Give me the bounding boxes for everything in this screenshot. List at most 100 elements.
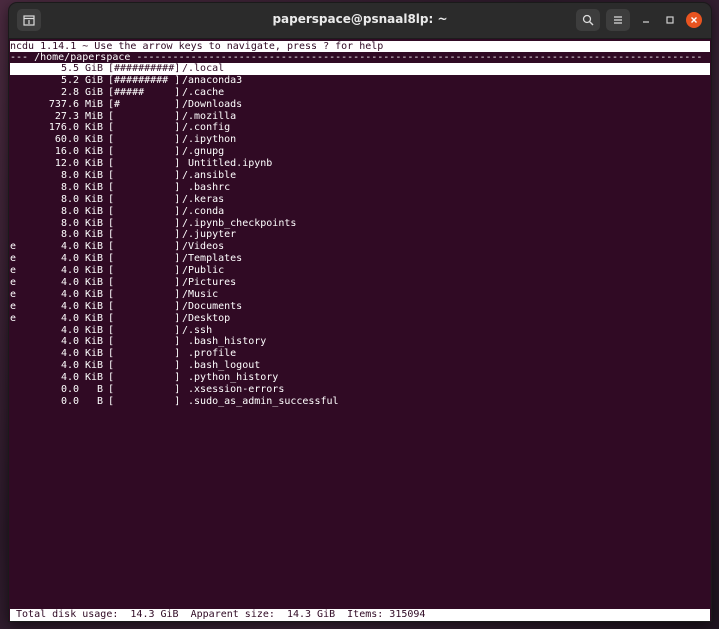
list-item[interactable]: 4.0 KiB [ ] .profile bbox=[10, 348, 710, 360]
entry-unit: B bbox=[96, 384, 103, 396]
list-item[interactable]: e 4.0 KiB [ ]/Templates bbox=[10, 253, 710, 265]
entry-unit: KiB bbox=[84, 288, 103, 300]
entry-usage-bar: [ ] bbox=[108, 241, 181, 253]
entry-size: 60.0 bbox=[54, 134, 79, 146]
entry-name: .bash_history bbox=[182, 336, 267, 348]
entry-unit: KiB bbox=[84, 122, 103, 134]
entry-size: 8.0 bbox=[60, 193, 79, 205]
entry-flag bbox=[10, 336, 22, 348]
entry-size: 8.0 bbox=[60, 217, 79, 229]
entry-flag bbox=[10, 182, 22, 194]
entry-name: /.ipynb_checkpoints bbox=[182, 217, 297, 229]
entry-unit: KiB bbox=[84, 277, 103, 289]
entry-flag bbox=[10, 348, 22, 360]
entry-unit: MiB bbox=[84, 110, 103, 122]
list-item[interactable]: e 4.0 KiB [ ]/Videos bbox=[10, 241, 710, 253]
entry-flag bbox=[10, 170, 22, 182]
list-item[interactable]: 4.0 KiB [ ] .bash_history bbox=[10, 336, 710, 348]
terminal-area[interactable]: ncdu 1.14.1 ~ Use the arrow keys to navi… bbox=[9, 39, 711, 621]
list-item[interactable]: e 4.0 KiB [ ]/Public bbox=[10, 265, 710, 277]
entry-name: .bash_logout bbox=[182, 360, 261, 372]
list-item[interactable]: 2.8 GiB [##### ]/.cache bbox=[10, 87, 710, 99]
minimize-button[interactable] bbox=[638, 12, 654, 28]
list-item[interactable]: 5.5 GiB [##########]/.local bbox=[10, 63, 710, 75]
list-item[interactable]: e 4.0 KiB [ ]/Pictures bbox=[10, 277, 710, 289]
title-bar[interactable]: paperspace@psnaal8lp: ~ bbox=[9, 3, 711, 39]
entry-flag bbox=[10, 218, 22, 230]
entry-unit: KiB bbox=[84, 134, 103, 146]
list-item[interactable]: 0.0 B [ ] .xsession-errors bbox=[10, 384, 710, 396]
entry-flag bbox=[10, 194, 22, 206]
list-item[interactable]: 16.0 KiB [ ]/.gnupg bbox=[10, 146, 710, 158]
entry-size: 4.0 bbox=[60, 277, 79, 289]
entry-unit: KiB bbox=[84, 170, 103, 182]
entry-size: 4.0 bbox=[60, 312, 79, 324]
entry-name: /.jupyter bbox=[182, 229, 237, 241]
list-item[interactable]: 8.0 KiB [ ]/.keras bbox=[10, 194, 710, 206]
list-item[interactable]: 8.0 KiB [ ] .bashrc bbox=[10, 182, 710, 194]
entry-flag bbox=[10, 146, 22, 158]
list-item[interactable]: 5.2 GiB [######### ]/anaconda3 bbox=[10, 75, 710, 87]
list-item[interactable]: 0.0 B [ ] .sudo_as_admin_successful bbox=[10, 396, 710, 408]
entry-size: 8.0 bbox=[60, 170, 79, 182]
entry-usage-bar: [ ] bbox=[108, 158, 181, 170]
entry-usage-bar: [ ] bbox=[108, 122, 181, 134]
entry-unit: KiB bbox=[84, 158, 103, 170]
list-item[interactable]: 4.0 KiB [ ] .python_history bbox=[10, 372, 710, 384]
entry-size: 4.0 bbox=[60, 360, 79, 372]
hamburger-menu-icon bbox=[614, 16, 622, 24]
list-item[interactable]: 27.3 MiB [ ]/.mozilla bbox=[10, 111, 710, 123]
menu-button[interactable] bbox=[606, 9, 630, 31]
list-item[interactable]: e 4.0 KiB [ ]/Documents bbox=[10, 301, 710, 313]
minimize-icon bbox=[643, 21, 649, 23]
list-item[interactable]: 8.0 KiB [ ]/.ipynb_checkpoints bbox=[10, 218, 710, 230]
entry-unit: KiB bbox=[84, 205, 103, 217]
entry-name: /.keras bbox=[182, 193, 225, 205]
entry-flag bbox=[10, 206, 22, 218]
list-item[interactable]: 8.0 KiB [ ]/.jupyter bbox=[10, 229, 710, 241]
entry-name: /.conda bbox=[182, 205, 225, 217]
entry-size: 8.0 bbox=[60, 205, 79, 217]
entry-usage-bar: [ ] bbox=[108, 324, 181, 336]
entry-list[interactable]: 5.5 GiB [##########]/.local 5.2 GiB [########… bbox=[10, 63, 710, 408]
entry-usage-bar: [ ] bbox=[108, 134, 181, 146]
entry-size: 4.0 bbox=[60, 372, 79, 384]
entry-name: /Documents bbox=[182, 300, 243, 312]
entry-name: /.gnupg bbox=[182, 146, 225, 158]
entry-name: /.ansible bbox=[182, 170, 237, 182]
entry-size: 176.0 bbox=[48, 122, 79, 134]
list-item[interactable]: 4.0 KiB [ ] .bash_logout bbox=[10, 360, 710, 372]
ncdu-header: ncdu 1.14.1 ~ Use the arrow keys to navi… bbox=[10, 41, 710, 52]
entry-unit: KiB bbox=[84, 360, 103, 372]
entry-flag bbox=[10, 122, 22, 134]
entry-unit: MiB bbox=[84, 98, 103, 110]
list-item[interactable]: 4.0 KiB [ ]/.ssh bbox=[10, 325, 710, 337]
entry-usage-bar: [ ] bbox=[108, 265, 181, 277]
list-item[interactable]: e 4.0 KiB [ ]/Music bbox=[10, 289, 710, 301]
entry-name: .python_history bbox=[182, 372, 279, 384]
close-button[interactable] bbox=[686, 12, 702, 28]
entry-name: /Videos bbox=[182, 241, 225, 253]
entry-flag bbox=[10, 63, 22, 75]
list-item[interactable]: 737.6 MiB [# ]/Downloads bbox=[10, 99, 710, 111]
entry-size: 5.5 bbox=[60, 63, 79, 74]
list-item[interactable]: 60.0 KiB [ ]/.ipython bbox=[10, 134, 710, 146]
maximize-button[interactable] bbox=[662, 12, 678, 28]
entry-name: /.mozilla bbox=[182, 110, 237, 122]
entry-usage-bar: [ ] bbox=[108, 253, 181, 265]
list-item[interactable]: 8.0 KiB [ ]/.conda bbox=[10, 206, 710, 218]
list-item[interactable]: 12.0 KiB [ ] Untitled.ipynb bbox=[10, 158, 710, 170]
entry-unit: GiB bbox=[84, 86, 103, 98]
entry-unit: KiB bbox=[84, 146, 103, 158]
entry-size: 16.0 bbox=[54, 146, 79, 158]
list-item[interactable]: e 4.0 KiB [ ]/Desktop bbox=[10, 313, 710, 325]
entry-usage-bar: [ ] bbox=[108, 110, 181, 122]
close-icon bbox=[691, 17, 697, 23]
list-item[interactable]: 8.0 KiB [ ]/.ansible bbox=[10, 170, 710, 182]
entry-unit: GiB bbox=[84, 74, 103, 86]
search-button[interactable] bbox=[576, 9, 600, 31]
entry-size: 8.0 bbox=[60, 229, 79, 241]
entry-usage-bar: [ ] bbox=[108, 300, 181, 312]
list-item[interactable]: 176.0 KiB [ ]/.config bbox=[10, 122, 710, 134]
entry-flag bbox=[10, 372, 22, 384]
